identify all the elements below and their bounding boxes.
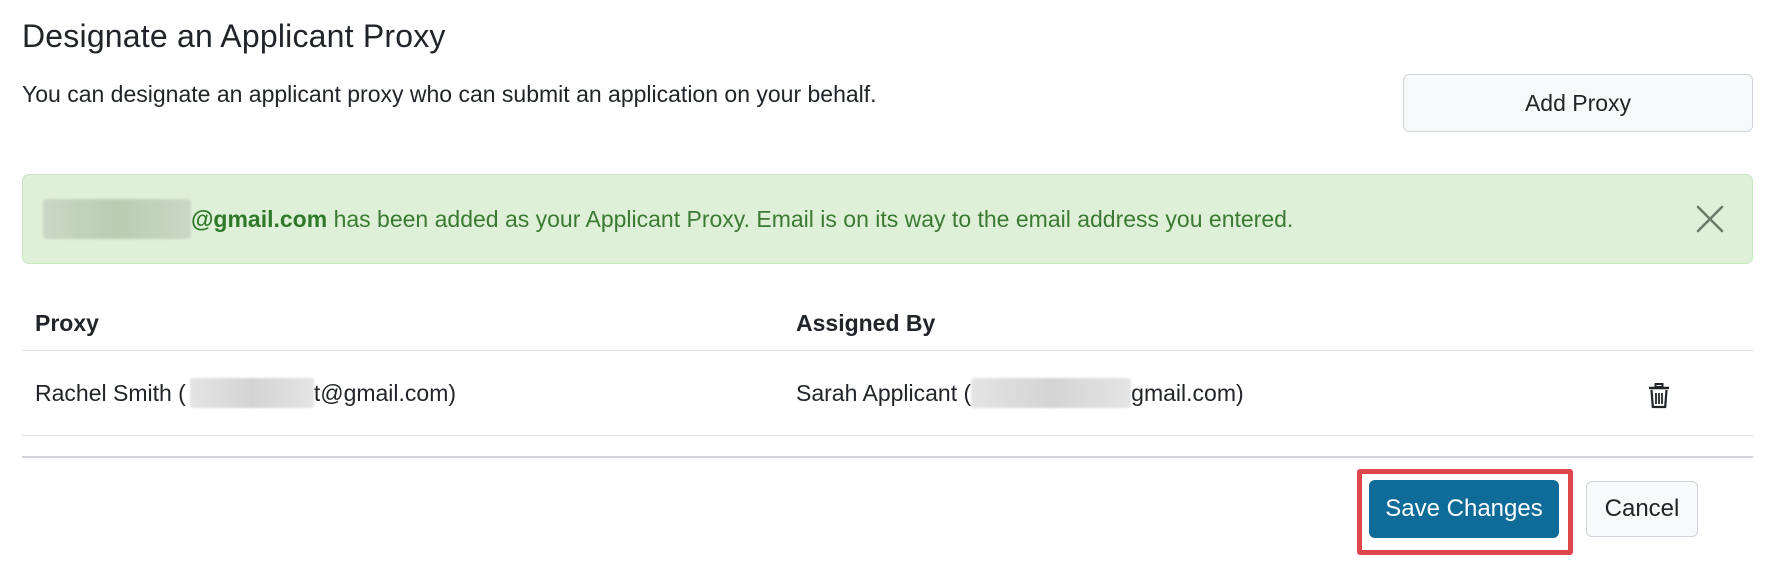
- page-title: Designate an Applicant Proxy: [22, 18, 446, 54]
- assigned-by-cell: Sarah Applicant ( gmail.com): [783, 350, 1596, 436]
- column-header-actions: [1596, 296, 1753, 351]
- proxy-email: t@gmail.com): [313, 379, 457, 406]
- actions-cell: [1596, 350, 1753, 436]
- redacted-email: [971, 378, 1132, 408]
- save-changes-button[interactable]: Save Changes: [1369, 480, 1559, 538]
- column-header-proxy: Proxy: [22, 296, 783, 351]
- table-row: Rachel Smith ( t@gmail.com) Sarah Applic…: [22, 350, 1753, 436]
- cancel-button[interactable]: Cancel: [1586, 481, 1698, 537]
- trash-icon[interactable]: [1639, 376, 1679, 416]
- redacted-email: [43, 199, 191, 239]
- proxy-name: Rachel Smith (: [35, 379, 186, 406]
- alert-message: @gmail.com has been added as your Applic…: [43, 199, 1293, 239]
- assigned-by-name: Sarah Applicant (: [796, 379, 972, 406]
- assigned-by-email: gmail.com): [1131, 379, 1244, 406]
- alert-email: @gmail.com: [191, 205, 328, 232]
- proxy-cell: Rachel Smith ( t@gmail.com): [22, 350, 783, 436]
- success-alert: @gmail.com has been added as your Applic…: [22, 174, 1753, 264]
- page-description: You can designate an applicant proxy who…: [22, 81, 877, 107]
- redacted-email: [189, 378, 314, 408]
- table-header-row: Proxy Assigned By: [22, 296, 1753, 351]
- proxy-table: Proxy Assigned By Rachel Smith ( t@gmail…: [22, 296, 1753, 436]
- close-icon[interactable]: [1692, 201, 1728, 237]
- add-proxy-button[interactable]: Add Proxy: [1403, 74, 1753, 132]
- footer-divider: [22, 456, 1753, 458]
- column-header-assigned-by: Assigned By: [783, 296, 1596, 351]
- alert-message-text: has been added as your Applicant Proxy. …: [327, 205, 1294, 232]
